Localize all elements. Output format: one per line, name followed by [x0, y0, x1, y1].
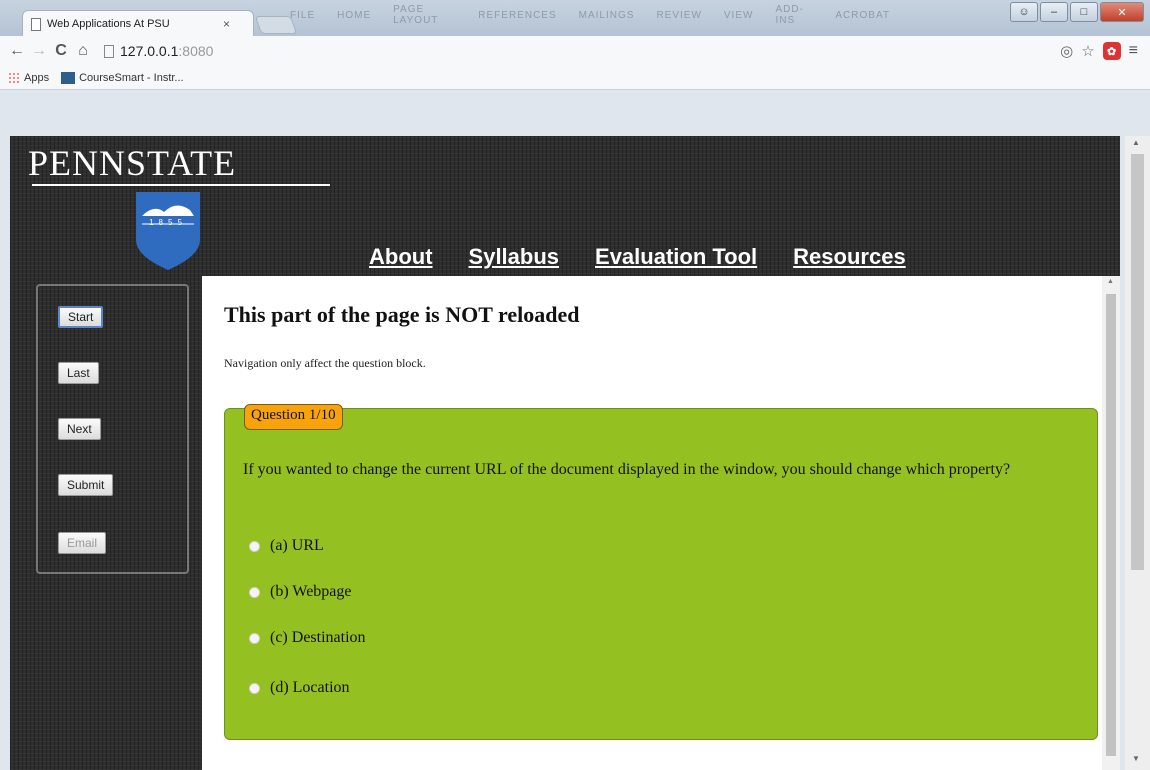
tab-close-icon[interactable]: ×	[223, 17, 230, 31]
window-controls: ☺ – □ ✕	[1010, 2, 1144, 22]
logo-underline	[32, 184, 330, 186]
toolbar-right: ◎ ☆ ✿ ≡	[1060, 42, 1138, 60]
new-tab-button[interactable]	[254, 16, 298, 34]
url-port: :8080	[178, 43, 214, 59]
last-button[interactable]: Last	[58, 362, 99, 384]
page-icon	[104, 44, 114, 58]
ribbon-word: VIEW	[723, 9, 754, 21]
option-label: (a) URL	[270, 537, 324, 554]
background-ribbon: FILE HOME PAGE LAYOUT REFERENCES MAILING…	[290, 4, 890, 26]
next-button[interactable]: Next	[58, 418, 101, 440]
bookmark-coursesmart[interactable]: CourseSmart - Instr...	[61, 71, 184, 84]
question-label: Question 1/10	[244, 404, 343, 430]
close-button[interactable]: ✕	[1100, 2, 1144, 22]
radio-button[interactable]	[249, 540, 260, 552]
ribbon-word: HOME	[337, 9, 372, 21]
scroll-down-arrow-icon[interactable]: ▼	[1132, 754, 1140, 763]
minimize-button[interactable]: –	[1040, 2, 1068, 22]
page-icon	[31, 17, 41, 31]
location-icon[interactable]: ◎	[1060, 42, 1073, 60]
question-block: If you wanted to change the current URL …	[224, 408, 1098, 740]
option-c[interactable]: (c) Destination	[249, 629, 366, 647]
bookmark-star-icon[interactable]: ☆	[1081, 42, 1094, 60]
radio-button[interactable]	[249, 682, 260, 694]
browser-toolbar: ← → C ⌂ 127.0.0.1 :8080 ◎ ☆ ✿ ≡	[0, 36, 1150, 66]
radio-button[interactable]	[249, 586, 260, 598]
option-label: (d) Location	[270, 679, 350, 696]
option-label: (b) Webpage	[270, 583, 352, 600]
email-button[interactable]: Email	[58, 532, 107, 554]
bookmark-apps[interactable]: Apps	[8, 71, 50, 84]
page-scrollbar[interactable]: ▲ ▼	[1125, 136, 1150, 770]
forward-button[interactable]: →	[28, 42, 50, 60]
page-viewport: PENNSTATE 1855 About Syllabus Evaluation…	[10, 136, 1120, 770]
page-scroll-thumb[interactable]	[1131, 154, 1144, 570]
bookmark-label: CourseSmart - Instr...	[79, 71, 184, 84]
url-host: 127.0.0.1	[120, 43, 179, 59]
bookmark-label: Apps	[24, 71, 50, 84]
ribbon-word: ACROBAT	[835, 9, 890, 21]
navigation-panel: Start Last Next Submit Email	[36, 284, 189, 574]
address-bar[interactable]: 127.0.0.1 :8080	[100, 40, 1054, 62]
window-titlebar: FILE HOME PAGE LAYOUT REFERENCES MAILING…	[0, 0, 1150, 37]
back-button[interactable]: ←	[6, 42, 28, 60]
scroll-up-arrow-icon[interactable]: ▲	[1107, 278, 1114, 285]
shield-year: 1855	[149, 218, 187, 227]
coursesmart-icon	[61, 71, 76, 84]
scroll-up-arrow-icon[interactable]: ▲	[1132, 138, 1140, 147]
menu-icon[interactable]: ≡	[1129, 42, 1138, 60]
submit-button[interactable]: Submit	[58, 474, 114, 496]
content-scroll-thumb[interactable]	[1106, 294, 1116, 756]
ribbon-word: REVIEW	[656, 9, 702, 21]
ribbon-word: FILE	[290, 9, 316, 21]
content-panel: This part of the page is NOT reloaded Na…	[202, 276, 1102, 770]
page-subtitle: Navigation only affect the question bloc…	[224, 356, 426, 370]
reload-button[interactable]: C	[50, 42, 72, 60]
option-b[interactable]: (b) Webpage	[249, 583, 352, 601]
ribbon-word: ADD-INS	[775, 4, 804, 26]
content-scrollbar[interactable]: ▲	[1102, 276, 1120, 770]
nav-resources[interactable]: Resources	[793, 244, 906, 270]
ribbon-word: REFERENCES	[478, 9, 557, 21]
question-text: If you wanted to change the current URL …	[243, 461, 1011, 478]
user-icon[interactable]: ☺	[1010, 2, 1038, 22]
tab-title: Web Applications At PSU	[47, 18, 170, 30]
radio-button[interactable]	[249, 632, 260, 644]
extension-icon[interactable]: ✿	[1102, 42, 1121, 60]
maximize-button[interactable]: □	[1070, 2, 1098, 22]
option-a[interactable]: (a) URL	[249, 537, 324, 555]
option-d[interactable]: (d) Location	[249, 679, 350, 697]
start-button[interactable]: Start	[58, 306, 104, 328]
nav-about[interactable]: About	[369, 244, 433, 270]
nav-syllabus[interactable]: Syllabus	[469, 244, 559, 270]
page-title: This part of the page is NOT reloaded	[224, 302, 580, 327]
bookmarks-bar: Apps CourseSmart - Instr...	[0, 66, 1150, 90]
ribbon-word: MAILINGS	[578, 9, 635, 21]
ribbon-word: PAGE LAYOUT	[393, 4, 439, 26]
browser-tab[interactable]: Web Applications At PSU ×	[22, 10, 254, 37]
pennstate-logo-text: PENNSTATE	[28, 143, 237, 183]
top-navigation: About Syllabus Evaluation Tool Resources	[369, 244, 906, 270]
nav-evaluation-tool[interactable]: Evaluation Tool	[595, 244, 757, 270]
option-label: (c) Destination	[270, 629, 366, 646]
home-button[interactable]: ⌂	[72, 42, 94, 60]
apps-grid-icon	[8, 71, 20, 84]
pennstate-shield-icon: 1855	[134, 190, 202, 272]
